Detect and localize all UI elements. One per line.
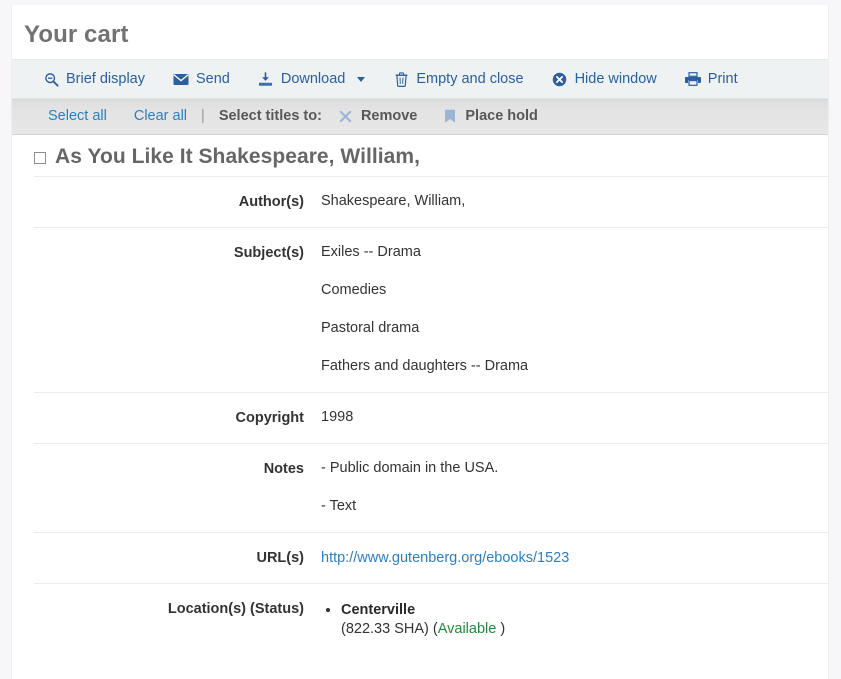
subject-value: Pastoral drama [321,321,829,337]
record-url-link[interactable]: http://www.gutenberg.org/ebooks/1523 [321,550,569,566]
record-title-row: As You Like It Shakespeare, William, [12,135,828,176]
place-hold-label: Place hold [465,108,538,124]
printer-icon [685,71,701,87]
field-value-subject: Exiles -- Drama Comedies Pastoral drama … [321,228,829,393]
notes-value: - Public domain in the USA. [321,461,829,477]
download-icon [258,71,274,87]
brief-display-label: Brief display [66,71,145,87]
toolbar-divider: | [201,108,205,124]
location-list: Centerville (822.33 SHA) (Available ) [321,601,829,640]
table-row: Copyright 1998 [34,392,829,443]
send-button[interactable]: Send [173,69,230,89]
brief-display-button[interactable]: Brief display [43,69,145,89]
field-value-url: http://www.gutenberg.org/ebooks/1523 [321,532,829,583]
field-label-subject: Subject(s) [34,228,321,393]
place-hold-button[interactable]: Place hold [442,108,538,124]
field-label-copyright: Copyright [34,392,321,443]
chevron-down-icon [357,77,365,82]
field-label-url: URL(s) [34,532,321,583]
x-icon [338,108,354,124]
field-label-location: Location(s) (Status) [34,583,321,657]
field-value-author: Shakespeare, William, [321,177,829,228]
location-name: Centerville [341,602,415,618]
envelope-icon [173,71,189,87]
trash-icon [393,71,409,87]
table-row: URL(s) http://www.gutenberg.org/ebooks/1… [34,532,829,583]
record-details-table: Author(s) Shakespeare, William, Subject(… [34,176,829,657]
field-label-author: Author(s) [34,177,321,228]
print-button[interactable]: Print [685,69,738,89]
empty-and-close-button[interactable]: Empty and close [393,69,523,89]
download-button[interactable]: Download [258,69,366,89]
clear-all-link[interactable]: Clear all [134,108,187,124]
table-row: Author(s) Shakespeare, William, [34,177,829,228]
remove-button[interactable]: Remove [338,108,417,124]
cart-window: Your cart Brief display Send Download [0,0,841,679]
close-circle-icon [552,71,568,87]
list-item: Centerville (822.33 SHA) (Available ) [341,601,829,640]
subject-value: Fathers and daughters -- Drama [321,359,829,375]
status-paren-close: ) [500,621,505,637]
zoom-out-icon [43,71,59,87]
table-row: Notes - Public domain in the USA. - Text [34,443,829,532]
status-badge: Available [438,621,497,637]
record-checkbox[interactable] [34,152,46,164]
field-value-notes: - Public domain in the USA. - Text [321,443,829,532]
hide-window-button[interactable]: Hide window [552,69,657,89]
field-value-location: Centerville (822.33 SHA) (Available ) [321,583,829,657]
table-row: Location(s) (Status) Centerville (822.33… [34,583,829,657]
location-callnumber: (822.33 SHA) [341,621,429,637]
copyright-value: 1998 [321,410,829,426]
notes-value: - Text [321,499,829,515]
author-value: Shakespeare, William, [321,194,829,210]
cart-panel: Your cart Brief display Send Download [11,5,829,679]
subject-value: Comedies [321,283,829,299]
send-label: Send [196,71,230,87]
hide-window-label: Hide window [575,71,657,87]
field-value-copyright: 1998 [321,392,829,443]
field-label-notes: Notes [34,443,321,532]
record-title: As You Like It Shakespeare, William, [55,144,420,169]
empty-and-close-label: Empty and close [416,71,523,87]
remove-label: Remove [361,108,417,124]
page-title: Your cart [12,5,828,59]
bookmark-icon [442,108,458,124]
subject-value: Exiles -- Drama [321,245,829,261]
selection-toolbar: Select all Clear all | Select titles to:… [12,99,828,135]
table-row: Subject(s) Exiles -- Drama Comedies Past… [34,228,829,393]
cart-toolbar: Brief display Send Download Empty a [12,59,828,99]
download-label: Download [281,71,346,87]
select-titles-prompt: Select titles to: [219,108,322,124]
print-label: Print [708,71,738,87]
select-all-link[interactable]: Select all [48,108,107,124]
